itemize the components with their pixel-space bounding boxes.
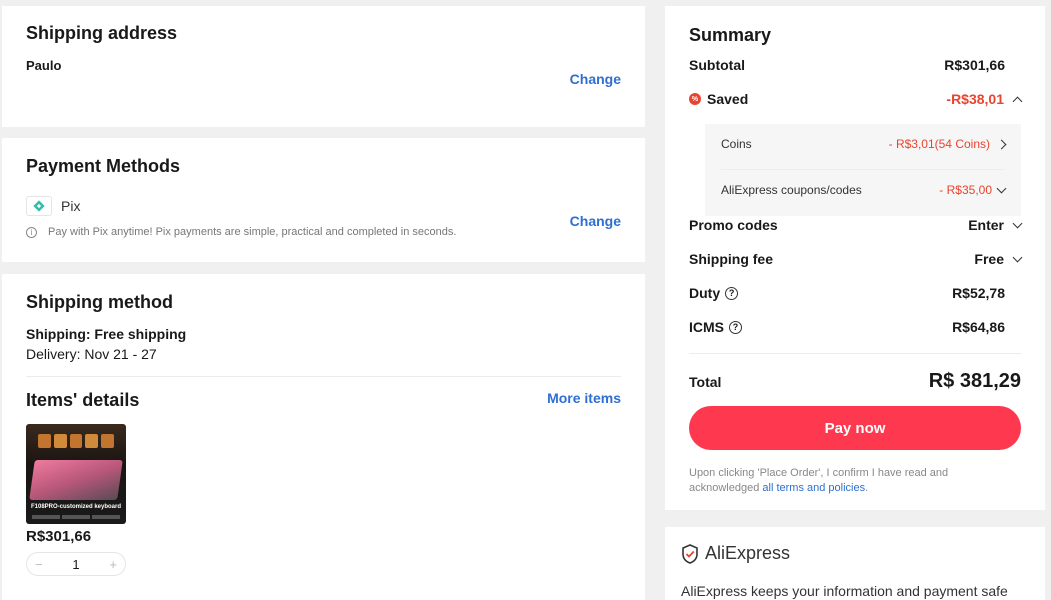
shipping-address-card: Shipping address Paulo Change	[2, 6, 645, 127]
duty-row: Duty ? R$52,78	[689, 285, 1005, 301]
pix-icon	[26, 196, 52, 216]
subtotal-value: R$301,66	[944, 57, 1005, 73]
icms-row: ICMS ? R$64,86	[689, 319, 1005, 335]
shipping-type: Shipping: Free shipping	[26, 326, 187, 342]
coupons-value: - R$35,00	[939, 183, 992, 197]
coins-row[interactable]: Coins - R$3,01(54 Coins)	[721, 137, 1007, 151]
savings-breakdown: Coins - R$3,01(54 Coins) AliExpress coup…	[705, 124, 1021, 216]
summary-divider	[689, 353, 1021, 354]
pix-option[interactable]: Pix	[26, 196, 80, 216]
shipping-address-title: Shipping address	[26, 23, 178, 43]
product-price: R$301,66	[26, 528, 92, 545]
change-payment-link[interactable]: Change	[570, 213, 621, 229]
disclaimer-period: .	[865, 482, 869, 494]
coupons-row[interactable]: AliExpress coupons/codes - R$35,00	[721, 183, 1007, 197]
icms-label: ICMS	[689, 319, 724, 335]
quantity-stepper: − 1 +	[26, 552, 126, 576]
chevron-up-icon[interactable]	[1012, 96, 1023, 106]
more-items-link[interactable]: More items	[547, 390, 621, 406]
chevron-right-icon[interactable]	[996, 139, 1007, 149]
terms-link[interactable]: all terms and policies	[762, 482, 865, 494]
decrease-quantity-button[interactable]: −	[35, 557, 43, 572]
subtotal-row: Subtotal R$301,66	[689, 57, 1005, 73]
total-label: Total	[689, 373, 722, 390]
safety-card: AliExpress AliExpress keeps your informa…	[665, 527, 1045, 600]
change-address-link[interactable]: Change	[570, 71, 621, 87]
payment-methods-title: Payment Methods	[26, 156, 181, 176]
product-thumbnail[interactable]: F108PRO-customized keyboard	[26, 424, 126, 524]
recipient-name: Paulo	[26, 58, 62, 73]
pix-note-text: Pay with Pix anytime! Pix payments are s…	[48, 226, 457, 238]
pay-now-button[interactable]: Pay now	[689, 406, 1021, 450]
pix-label: Pix	[61, 198, 81, 214]
shipping-fee-label: Shipping fee	[689, 251, 773, 267]
caption-strip	[32, 515, 120, 519]
chevron-down-icon[interactable]	[1012, 218, 1023, 228]
help-icon[interactable]: ?	[729, 320, 742, 334]
promo-codes-value[interactable]: Enter	[968, 217, 1004, 233]
shipping-method-title: Shipping method	[26, 292, 173, 312]
coins-value: - R$3,01(54 Coins)	[888, 137, 990, 151]
promo-codes-row[interactable]: Promo codes Enter	[689, 217, 1023, 233]
summary-card: Summary Subtotal R$301,66 % Saved -R$38,…	[665, 6, 1045, 510]
shield-icon	[681, 543, 699, 564]
help-icon[interactable]: ?	[725, 286, 739, 300]
promo-codes-label: Promo codes	[689, 217, 778, 233]
quantity-value[interactable]: 1	[72, 557, 79, 572]
total-row: Total R$ 381,29	[689, 370, 1021, 393]
safety-text: AliExpress keeps your information and pa…	[681, 583, 1008, 599]
coupons-label: AliExpress coupons/codes	[721, 183, 862, 197]
shipping-method-card: Shipping method Shipping: Free shipping …	[2, 274, 645, 600]
delivery-window: Delivery: Nov 21 - 27	[26, 346, 157, 362]
order-disclaimer: Upon clicking 'Place Order', I confirm I…	[689, 466, 997, 496]
chevron-down-icon[interactable]	[1012, 252, 1023, 262]
saved-label: Saved	[707, 91, 749, 107]
saved-row[interactable]: % Saved -R$38,01	[689, 91, 1023, 107]
shipping-fee-row[interactable]: Shipping fee Free	[689, 251, 1023, 267]
icms-value: R$64,86	[952, 319, 1005, 335]
saved-value: -R$38,01	[946, 91, 1004, 107]
increase-quantity-button[interactable]: +	[109, 557, 117, 572]
section-divider	[26, 376, 621, 377]
discount-icon: %	[689, 93, 701, 105]
info-icon: i	[26, 226, 37, 238]
chevron-down-icon[interactable]	[996, 183, 1007, 193]
shipping-fee-value: Free	[974, 251, 1004, 267]
payment-methods-card: Payment Methods Pix i Pay with Pix anyti…	[2, 138, 645, 262]
product-caption: F108PRO-customized keyboard	[30, 504, 122, 510]
keyboard-body	[29, 460, 123, 500]
duty-value: R$52,78	[952, 285, 1005, 301]
pix-note: i Pay with Pix anytime! Pix payments are…	[26, 226, 456, 238]
coins-label: Coins	[721, 137, 752, 151]
brand-row: AliExpress	[681, 543, 790, 564]
keyboard-glow-keys	[38, 434, 114, 448]
summary-title: Summary	[689, 25, 772, 45]
breakdown-divider	[721, 169, 1005, 170]
subtotal-label: Subtotal	[689, 57, 745, 73]
items-details-title: Items' details	[26, 390, 140, 410]
aliexpress-brand: AliExpress	[705, 543, 791, 563]
duty-label: Duty	[689, 285, 721, 301]
total-value: R$ 381,29	[928, 370, 1021, 392]
